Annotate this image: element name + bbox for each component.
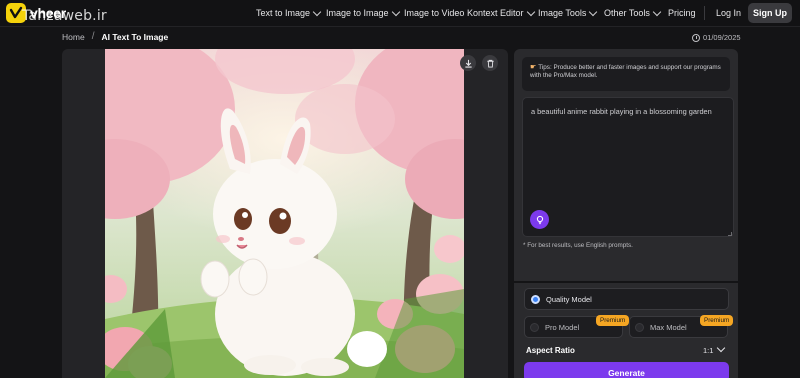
trash-icon — [486, 59, 494, 68]
prompt-textarea[interactable]: a beautiful anime rabbit playing in a bl… — [522, 97, 734, 237]
signup-button[interactable]: Sign Up — [748, 3, 792, 23]
nav-label: Kontext Editor — [467, 8, 524, 18]
aspect-ratio-value[interactable]: 1:1 — [703, 346, 713, 355]
aspect-ratio-label: Aspect Ratio — [526, 346, 575, 355]
pointing-hand-icon: ☛ — [530, 63, 537, 71]
nav-image-tools[interactable]: Image Tools — [538, 7, 598, 18]
date-text: 01/09/2025 — [703, 33, 741, 42]
login-link[interactable]: Log In — [716, 8, 741, 18]
radio-icon[interactable] — [635, 322, 644, 332]
radio-selected-icon[interactable] — [531, 294, 540, 304]
date-stamp: 01/09/2025 — [692, 33, 741, 42]
prompt-enhance-button[interactable] — [530, 210, 549, 229]
tips-box: ☛ Tips: Produce better and faster images … — [522, 57, 730, 91]
nav-label: Image to Video — [404, 8, 465, 18]
logo-mark-icon — [9, 6, 23, 19]
nav-text-to-image[interactable]: Text to Image — [256, 7, 322, 18]
premium-badge: Premium — [700, 315, 734, 326]
nav-image-to-image[interactable]: Image to Image — [326, 7, 400, 18]
generated-image[interactable] — [105, 49, 464, 378]
model-label: Quality Model — [546, 294, 592, 304]
model-label: Pro Model — [545, 322, 580, 332]
radio-icon[interactable] — [530, 322, 539, 332]
download-button[interactable] — [460, 55, 476, 71]
chevron-down-icon — [391, 7, 400, 16]
nav-kontext-editor[interactable]: Kontext Editor — [467, 7, 535, 18]
chevron-down-icon — [526, 7, 535, 16]
chevron-down-icon — [312, 7, 322, 16]
image-preview-panel — [62, 49, 508, 378]
generate-button[interactable]: Generate — [524, 362, 729, 378]
nav-label: Pricing — [668, 8, 696, 18]
nav-image-to-video[interactable]: Image to Video — [404, 8, 464, 18]
premium-badge: Premium — [596, 315, 630, 326]
resize-handle-icon[interactable] — [728, 232, 732, 236]
delete-button[interactable] — [482, 55, 498, 71]
nav-divider — [704, 6, 705, 20]
breadcrumb: Home / AI Text To Image — [62, 31, 168, 42]
nav-label: Image Tools — [538, 8, 587, 18]
breadcrumb-home[interactable]: Home — [62, 32, 85, 42]
breadcrumb-separator: / — [91, 31, 95, 42]
chevron-down-icon — [652, 7, 662, 16]
login-label: Log In — [716, 8, 742, 18]
watermark-text: Tanzaweb.ir — [22, 8, 107, 24]
nav-other-tools[interactable]: Other Tools — [604, 7, 662, 18]
nav-label: Other Tools — [604, 8, 650, 18]
breadcrumb-current: AI Text To Image — [101, 31, 169, 42]
model-label: Max Model — [650, 322, 687, 332]
download-icon — [464, 59, 472, 68]
top-nav: vheer Tanzaweb.ir Text to Image Image to… — [0, 0, 800, 27]
clock-icon — [692, 33, 700, 42]
nav-pricing[interactable]: Pricing — [668, 8, 696, 18]
lightbulb-icon — [536, 215, 543, 224]
prompt-hint: * For best results, use English prompts. — [523, 242, 633, 249]
nav-label: Text to Image — [256, 8, 311, 18]
anime-rabbit-illustration — [105, 49, 464, 378]
model-option-quality[interactable]: Quality Model — [524, 288, 729, 310]
nav-label: Image to Image — [326, 8, 389, 18]
chevron-down-icon — [589, 7, 598, 16]
tips-text: Tips: Produce better and faster images a… — [530, 64, 721, 80]
